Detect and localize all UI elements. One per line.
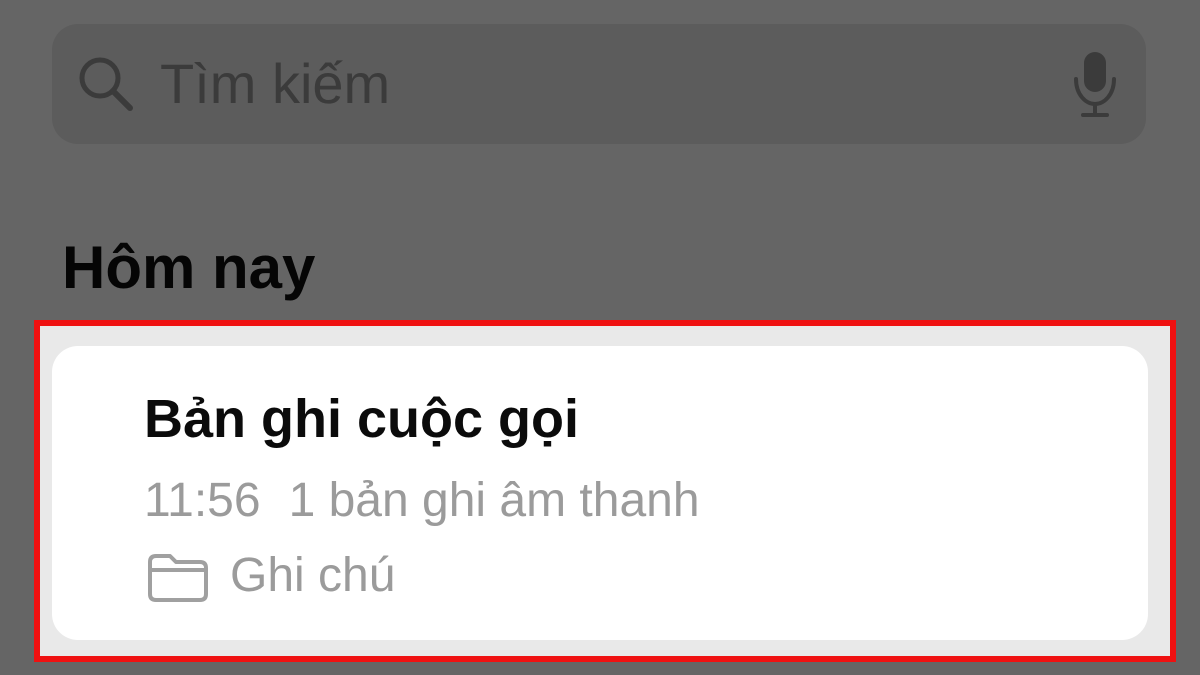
search-placeholder[interactable]: Tìm kiếm: [160, 52, 390, 116]
note-meta: 11:56 1 bản ghi âm thanh: [144, 470, 700, 532]
note-summary: 1 bản ghi âm thanh: [288, 474, 700, 527]
folder-label: Ghi chú: [230, 549, 396, 602]
note-title: Bản ghi cuộc gọi: [144, 389, 580, 449]
microphone-icon[interactable]: [1068, 48, 1122, 120]
section-heading-today: Hôm nay: [62, 234, 316, 301]
note-time: 11:56: [144, 474, 261, 527]
folder-icon: [148, 554, 208, 602]
search-icon: [79, 57, 133, 111]
